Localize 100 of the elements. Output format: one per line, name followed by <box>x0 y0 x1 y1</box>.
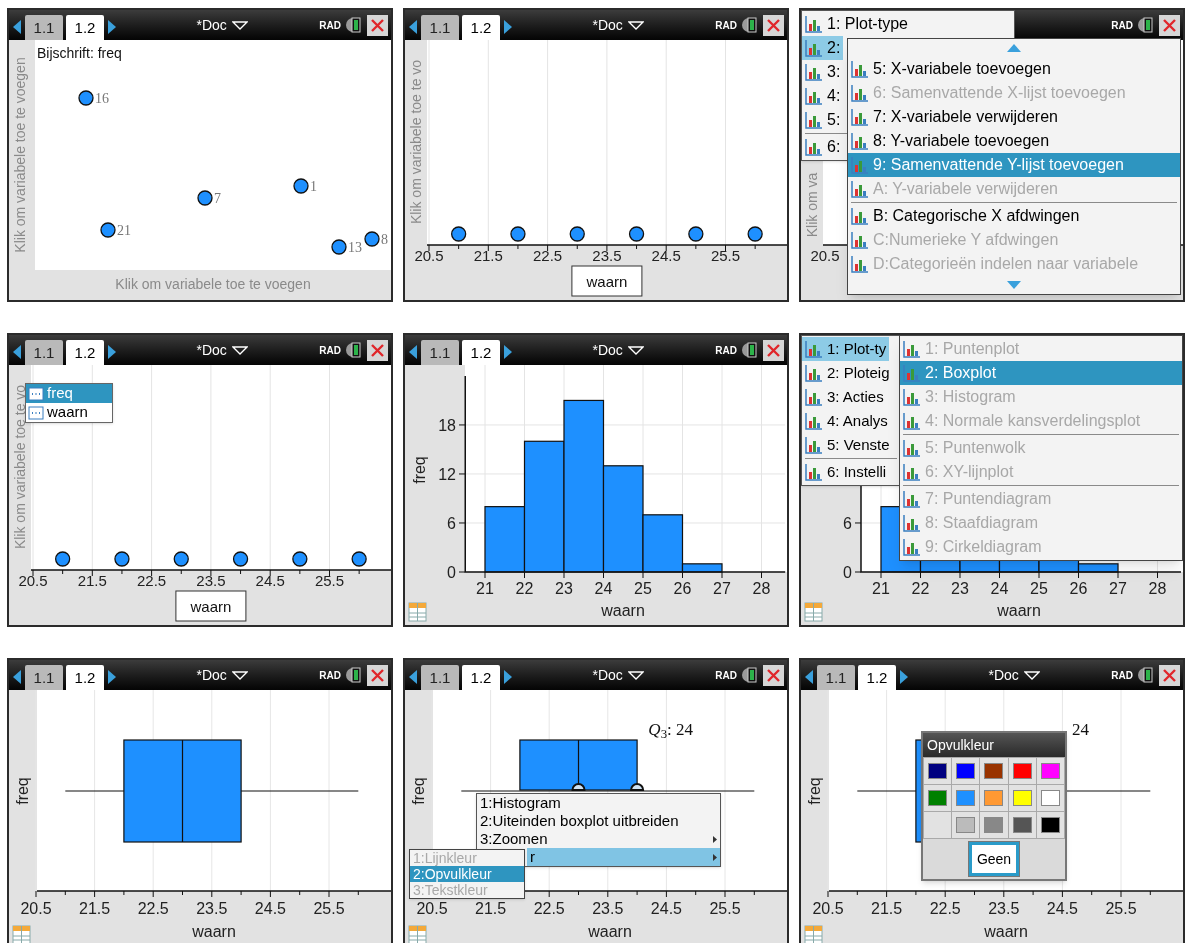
data-point[interactable] <box>628 226 645 242</box>
right-arrow-icon[interactable] <box>503 670 512 684</box>
data-point[interactable] <box>688 226 704 242</box>
page-tab[interactable]: 1.1 <box>421 340 459 365</box>
right-arrow-icon[interactable] <box>503 345 512 359</box>
right-arrow-icon[interactable] <box>107 345 116 359</box>
close-button[interactable] <box>1159 664 1180 686</box>
data-point[interactable] <box>351 551 367 567</box>
menu-item[interactable]: r <box>527 848 720 866</box>
data-point[interactable] <box>197 190 213 206</box>
y-axis-label[interactable]: freq <box>14 777 31 805</box>
menu-item[interactable]: 2: Ploteig <box>802 361 893 385</box>
color-swatch[interactable] <box>1012 763 1032 779</box>
page-tab[interactable]: 1.2 <box>462 665 500 690</box>
close-button[interactable] <box>367 339 388 361</box>
page-tab[interactable]: 1.2 <box>858 665 896 690</box>
page-tab[interactable]: 1.2 <box>462 15 500 40</box>
menu-item[interactable]: 2: <box>802 36 844 60</box>
document-menu-button[interactable]: *Doc <box>196 339 248 361</box>
menu-item[interactable]: 5: X-variabele toevoegen <box>848 57 1180 81</box>
data-point[interactable] <box>331 239 347 255</box>
color-swatch[interactable] <box>984 817 1004 833</box>
data-point[interactable] <box>173 551 189 567</box>
y-axis-label[interactable]: freq <box>410 777 427 805</box>
menu-item[interactable]: 1: Plot-type <box>802 12 911 36</box>
color-swatch[interactable] <box>1012 817 1032 833</box>
data-point[interactable] <box>364 231 380 247</box>
data-point[interactable] <box>78 90 94 106</box>
page-tab[interactable]: 1.2 <box>66 15 104 40</box>
left-arrow-icon[interactable] <box>13 20 22 34</box>
menu-item[interactable]: 5: <box>802 108 844 132</box>
color-swatch[interactable] <box>928 790 948 806</box>
document-menu-button[interactable]: *Doc <box>196 14 248 36</box>
page-tab[interactable]: 1.1 <box>817 665 855 690</box>
menu-item[interactable]: 6: <box>802 135 844 159</box>
page-tab[interactable]: 1.1 <box>25 665 63 690</box>
page-tab[interactable]: 1.1 <box>421 15 459 40</box>
color-swatch[interactable] <box>956 817 976 833</box>
close-button[interactable] <box>763 664 784 686</box>
menu-item[interactable]: 6: Instelli <box>802 460 890 484</box>
left-arrow-icon[interactable] <box>409 20 418 34</box>
color-swatch[interactable] <box>956 790 976 806</box>
menu-item[interactable]: 2:Uiteinden boxplot uitbreiden <box>477 812 720 830</box>
scroll-down-icon[interactable] <box>1007 281 1021 289</box>
color-swatch[interactable] <box>984 763 1004 779</box>
x-axis-label-button[interactable]: waarn <box>175 590 247 622</box>
document-menu-button[interactable]: *Doc <box>196 664 248 686</box>
color-swatch[interactable] <box>928 763 948 779</box>
data-point[interactable] <box>114 551 130 567</box>
x-axis-label-button[interactable]: waarn <box>571 265 643 297</box>
data-point[interactable] <box>232 551 249 567</box>
left-arrow-icon[interactable] <box>13 345 22 359</box>
page-tab[interactable]: 1.2 <box>66 665 104 690</box>
data-point[interactable] <box>100 222 116 238</box>
x-axis-label[interactable]: waarn <box>997 602 1041 619</box>
close-button[interactable] <box>367 664 388 686</box>
color-swatch[interactable] <box>956 763 976 779</box>
menu-item[interactable]: 7: X-variabele verwijderen <box>848 105 1180 129</box>
right-arrow-icon[interactable] <box>107 20 116 34</box>
none-button[interactable]: Geen <box>968 842 1020 876</box>
page-tab[interactable]: 1.1 <box>421 665 459 690</box>
close-button[interactable] <box>763 14 784 36</box>
document-menu-button[interactable]: *Doc <box>592 14 644 36</box>
data-point[interactable] <box>292 551 308 567</box>
data-point[interactable] <box>569 226 585 242</box>
right-arrow-icon[interactable] <box>503 20 512 34</box>
left-arrow-icon[interactable] <box>409 670 418 684</box>
left-arrow-icon[interactable] <box>13 670 22 684</box>
left-arrow-icon[interactable] <box>409 345 418 359</box>
menu-item[interactable]: 3:Zoomen <box>477 830 720 848</box>
scroll-up-icon[interactable] <box>1007 44 1021 52</box>
menu-item[interactable]: 3: Acties <box>802 385 887 409</box>
x-axis-label[interactable]: waarn <box>588 923 632 940</box>
color-swatch[interactable] <box>1040 817 1060 833</box>
left-arrow-icon[interactable] <box>805 670 814 684</box>
color-swatch[interactable] <box>1040 763 1060 779</box>
y-axis-label[interactable]: freq <box>806 777 823 805</box>
menu-item[interactable]: 5: Venste <box>802 433 893 457</box>
menu-item[interactable]: 8: Y-variabele toevoegen <box>848 129 1180 153</box>
close-button[interactable] <box>763 339 784 361</box>
right-arrow-icon[interactable] <box>899 670 908 684</box>
menu-item[interactable]: 4: Analys <box>802 409 891 433</box>
menu-item[interactable]: B: Categorische X afdwingen <box>848 204 1180 228</box>
menu-item[interactable]: 4: <box>802 84 844 108</box>
data-point[interactable] <box>451 226 467 242</box>
y-axis-label[interactable]: freq <box>411 456 428 484</box>
data-point[interactable] <box>747 226 763 242</box>
document-menu-button[interactable]: *Doc <box>988 664 1040 686</box>
color-swatch[interactable] <box>1040 790 1060 806</box>
data-point[interactable] <box>510 226 526 242</box>
menu-item[interactable]: 1:Histogram <box>477 794 720 812</box>
color-swatch[interactable] <box>1012 790 1032 806</box>
close-button[interactable] <box>367 14 388 36</box>
list-item[interactable]: waarn <box>26 403 112 422</box>
data-point[interactable] <box>293 178 309 194</box>
right-arrow-icon[interactable] <box>107 670 116 684</box>
x-axis-label[interactable]: waarn <box>984 923 1028 940</box>
document-menu-button[interactable]: *Doc <box>592 339 644 361</box>
color-swatch[interactable] <box>984 790 1004 806</box>
menu-item[interactable]: 3: <box>802 60 844 84</box>
